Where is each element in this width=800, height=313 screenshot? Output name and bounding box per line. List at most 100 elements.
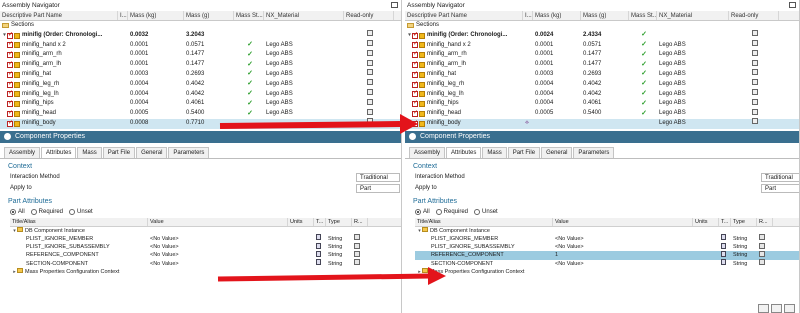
checkbox-icon[interactable] (412, 80, 418, 89)
col-read-only[interactable]: Read-only (344, 11, 394, 20)
checkbox-icon[interactable] (412, 99, 418, 109)
checkbox-icon[interactable] (412, 41, 418, 50)
navigator-row[interactable]: minifig_hand x 2 0.0001 0.0571 ✓ Lego ABS (0, 40, 401, 51)
sections-row[interactable]: Sections (0, 21, 401, 31)
attribute-row[interactable]: REFERENCE_COMPONENT 1 String (415, 250, 799, 260)
attribute-row[interactable]: SECTION-COMPONENT <No Value> String (10, 259, 401, 268)
apply-to-select[interactable]: Part (356, 183, 400, 193)
import-icon[interactable] (784, 304, 795, 313)
col-material[interactable]: NX_Material (264, 11, 344, 20)
interaction-method-select[interactable]: Traditional (356, 172, 400, 182)
apply-icon[interactable] (758, 304, 769, 313)
navigator-row[interactable]: ▾minifig (Order: Chronologi...0.00323.20… (0, 30, 401, 41)
tab-general[interactable]: General (541, 146, 573, 158)
col-part-name[interactable]: Descriptive Part Name (405, 11, 523, 20)
navigator-row[interactable]: minifig_body ⟡ Lego ABS (405, 118, 799, 129)
col-mass-status[interactable]: Mass St... (234, 11, 264, 20)
context-section-label: Context (8, 162, 33, 170)
radio-required[interactable] (30, 209, 37, 216)
radio-unset[interactable] (474, 209, 481, 216)
tab-mass[interactable]: Mass (482, 146, 507, 158)
attribute-row[interactable]: PLIST_IGNORE_SUBASSEMBLY <No Value> String (10, 242, 401, 251)
component-properties-header[interactable]: Component Properties (0, 130, 401, 143)
interaction-method-select[interactable]: Traditional (761, 172, 799, 182)
checkbox-icon[interactable] (412, 31, 418, 40)
checkbox-icon[interactable] (412, 60, 418, 70)
attribute-group-row[interactable]: ▾ DB Component Instance (10, 226, 401, 235)
tab-parameters[interactable]: Parameters (168, 146, 210, 158)
part-attributes-label: Part Attributes (8, 197, 52, 205)
component-properties-header[interactable]: Component Properties (405, 130, 799, 143)
checkbox-icon[interactable] (7, 70, 13, 80)
col-material[interactable]: NX_Material (657, 11, 729, 20)
navigator-row[interactable]: minifig_hips 0.0004 0.4061 ✓ Lego ABS (0, 98, 401, 109)
attribute-value[interactable]: <No Value> (148, 243, 288, 251)
checkbox-icon[interactable] (7, 31, 13, 40)
col-mass-g[interactable]: Mass (g) (581, 11, 629, 20)
navigator-row[interactable]: minifig_body 0.0008 0.7710 (0, 118, 401, 129)
attribute-group-row[interactable]: ▾ DB Component Instance (415, 226, 799, 235)
tab-general[interactable]: General (136, 146, 168, 158)
checkbox-icon[interactable] (7, 60, 13, 70)
apply-to-select[interactable]: Part (761, 183, 799, 193)
material-cell: Lego ABS (266, 100, 293, 107)
col-part-name[interactable]: Descriptive Part Name (0, 11, 118, 20)
restore-window-icon[interactable] (391, 2, 398, 8)
checkbox-icon[interactable] (412, 119, 418, 129)
navigator-row[interactable]: minifig_arm_lh 0.0001 0.1477 ✓ Lego ABS (0, 59, 401, 70)
navigator-row[interactable]: minifig_leg_rh 0.0004 0.4042 ✓ Lego ABS (0, 79, 401, 90)
radio-required[interactable] (435, 209, 442, 216)
navigator-row[interactable]: minifig_leg_lh 0.0004 0.4042 ✓ Lego ABS (0, 89, 401, 100)
attribute-value[interactable]: 1 (553, 251, 693, 259)
radio-unset[interactable] (69, 209, 76, 216)
checkbox-icon[interactable] (7, 50, 13, 60)
checkbox-icon[interactable] (7, 90, 13, 99)
radio-all[interactable] (10, 209, 16, 216)
attribute-value[interactable]: <No Value> (553, 235, 693, 243)
export-icon[interactable] (771, 304, 782, 313)
checkbox-icon[interactable] (412, 50, 418, 60)
tab-attributes[interactable]: Attributes (41, 146, 77, 158)
tab-assembly[interactable]: Assembly (409, 146, 446, 158)
checkbox-icon[interactable] (412, 109, 418, 119)
attribute-row[interactable]: PLIST_IGNORE_MEMBER <No Value> String (415, 234, 799, 243)
col-i[interactable]: I... (118, 11, 128, 20)
checkbox-icon[interactable] (7, 109, 13, 119)
tab-part-file[interactable]: Part File (102, 146, 136, 158)
navigator-row[interactable]: minifig_arm_rh 0.0001 0.1477 ✓ Lego ABS (0, 49, 401, 60)
attribute-group-row-2[interactable]: ▸ Mass Properties Configuration Context (415, 267, 799, 276)
col-read-only[interactable]: Read-only (729, 11, 779, 20)
attribute-value[interactable]: <No Value> (148, 251, 288, 259)
checkbox-icon[interactable] (412, 70, 418, 80)
tab-parameters[interactable]: Parameters (573, 146, 615, 158)
attribute-value[interactable]: <No Value> (553, 243, 693, 251)
navigator-row[interactable]: minifig_hat 0.0003 0.2693 ✓ Lego ABS (0, 69, 401, 80)
attribute-value[interactable]: <No Value> (148, 235, 288, 243)
tab-assembly[interactable]: Assembly (4, 146, 41, 158)
checkbox-icon[interactable] (7, 80, 13, 89)
checkbox-icon[interactable] (412, 90, 418, 99)
attribute-value[interactable]: <No Value> (553, 260, 693, 268)
radio-all[interactable] (415, 209, 421, 216)
tab-part-file[interactable]: Part File (507, 146, 541, 158)
attribute-group-row-2[interactable]: ▸ Mass Properties Configuration Context (10, 267, 401, 276)
tab-attributes[interactable]: Attributes (446, 146, 482, 158)
attribute-row[interactable]: PLIST_IGNORE_MEMBER <No Value> String (10, 234, 401, 243)
part-name: minifig_leg_lh (427, 90, 464, 97)
check-icon: ✓ (247, 109, 253, 117)
col-mass-g[interactable]: Mass (g) (184, 11, 234, 20)
attribute-row[interactable]: SECTION-COMPONENT <No Value> String (415, 259, 799, 268)
checkbox-icon[interactable] (7, 41, 13, 50)
navigator-row[interactable]: minifig_head 0.0005 0.5400 ✓ Lego ABS (0, 108, 401, 119)
tab-mass[interactable]: Mass (77, 146, 102, 158)
col-mass-kg[interactable]: Mass (kg) (128, 11, 184, 20)
attribute-value[interactable]: <No Value> (148, 260, 288, 268)
col-mass-status[interactable]: Mass St... (629, 11, 657, 20)
restore-window-icon[interactable] (789, 2, 796, 8)
checkbox-icon[interactable] (7, 99, 13, 109)
attribute-row[interactable]: PLIST_IGNORE_SUBASSEMBLY <No Value> String (415, 242, 799, 251)
attribute-row[interactable]: REFERENCE_COMPONENT <No Value> String (10, 250, 401, 259)
checkbox-icon[interactable] (7, 119, 13, 129)
col-mass-kg[interactable]: Mass (kg) (533, 11, 581, 20)
col-i[interactable]: I... (523, 11, 533, 20)
